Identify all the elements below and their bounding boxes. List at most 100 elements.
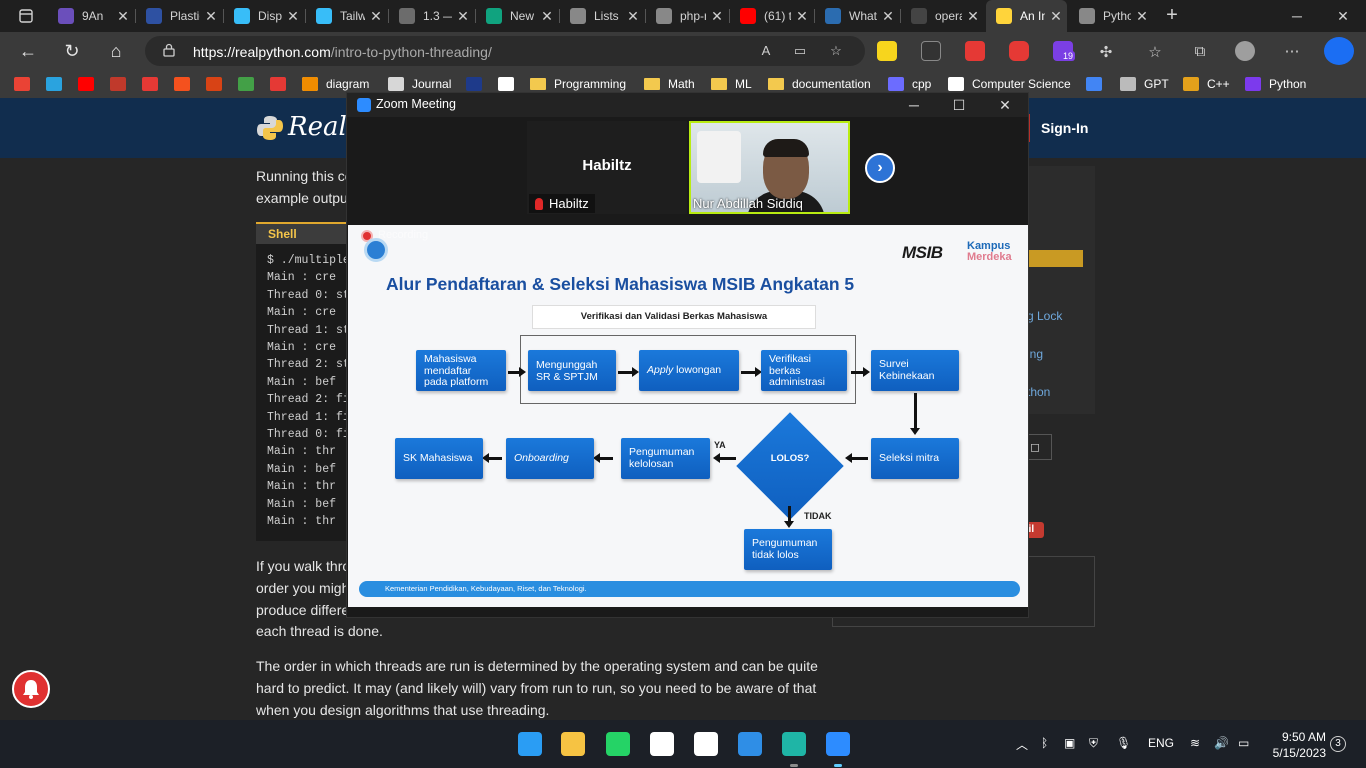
bluetooth-icon[interactable]: ᛒ bbox=[1041, 736, 1048, 750]
tab-close-icon[interactable]: ✕ bbox=[200, 8, 222, 25]
extension-t-icon[interactable] bbox=[965, 41, 985, 61]
tab-close-icon[interactable]: ✕ bbox=[1045, 8, 1067, 25]
participant-tile[interactable]: Habiltz Habiltz bbox=[527, 121, 687, 214]
extension-badge-icon[interactable]: 19 bbox=[1053, 41, 1076, 61]
tab-close-icon[interactable]: ✕ bbox=[365, 8, 387, 25]
favorite-star-icon[interactable]: ☆ bbox=[827, 43, 845, 59]
browser-tab[interactable]: 1.3 — Int✕ bbox=[389, 0, 474, 32]
file-explorer-icon[interactable] bbox=[561, 732, 585, 756]
vscode-icon[interactable] bbox=[738, 732, 762, 756]
bookmark-item[interactable] bbox=[142, 76, 166, 92]
shell-tab[interactable]: Shell bbox=[256, 222, 346, 244]
browser-tab[interactable]: Tailwind✕ bbox=[306, 0, 387, 32]
tab-close-icon[interactable]: ✕ bbox=[282, 8, 304, 25]
browser-tab[interactable]: Lists and✕ bbox=[560, 0, 644, 32]
defender-icon[interactable]: ⛨ bbox=[1089, 736, 1098, 751]
bookmark-item[interactable] bbox=[238, 76, 262, 92]
bookmark-item[interactable] bbox=[270, 76, 294, 92]
reader-view-icon[interactable]: ▭ bbox=[791, 43, 809, 59]
browser-tab[interactable]: New cha✕ bbox=[476, 0, 558, 32]
tab-close-icon[interactable]: ✕ bbox=[452, 8, 474, 25]
browser-tab[interactable]: php-rout✕ bbox=[646, 0, 728, 32]
wifi-icon[interactable]: ≋ bbox=[1190, 736, 1200, 750]
bookmark-item[interactable]: Programming bbox=[530, 76, 626, 92]
bookmark-item[interactable]: Python bbox=[1245, 76, 1306, 92]
home-button[interactable]: ⌂ bbox=[102, 38, 130, 64]
bookmark-item[interactable] bbox=[14, 76, 38, 92]
notepad-icon[interactable] bbox=[650, 732, 674, 756]
extension-camera-icon[interactable] bbox=[1009, 41, 1029, 61]
profile-avatar[interactable] bbox=[1235, 41, 1255, 61]
more-menu-icon[interactable]: ⋯ bbox=[1283, 42, 1301, 60]
bookmark-item[interactable] bbox=[174, 76, 198, 92]
toc-link[interactable]: ing bbox=[1027, 347, 1043, 361]
favorites-icon[interactable]: ☆ bbox=[1146, 43, 1164, 61]
bookmark-item[interactable]: GPT bbox=[1120, 76, 1169, 92]
bookmark-item[interactable]: documentation bbox=[768, 76, 871, 92]
microphone-icon[interactable]: 🎙 bbox=[1116, 736, 1131, 750]
whatsapp-icon[interactable] bbox=[606, 732, 630, 756]
tab-close-icon[interactable]: ✕ bbox=[962, 8, 984, 25]
browser-tab[interactable]: Python L✕ bbox=[1069, 0, 1153, 32]
tab-actions-button[interactable] bbox=[8, 0, 42, 32]
notion-icon[interactable] bbox=[694, 732, 718, 756]
browser-tab[interactable]: Plastic M✕ bbox=[136, 0, 222, 32]
volume-icon[interactable]: 🔊 bbox=[1214, 736, 1229, 750]
close-window-button[interactable]: ✕ bbox=[1320, 0, 1366, 32]
tab-close-icon[interactable]: ✕ bbox=[1131, 8, 1153, 25]
bookmark-item[interactable] bbox=[110, 76, 134, 92]
bookmark-item[interactable] bbox=[498, 76, 522, 92]
tab-close-icon[interactable]: ✕ bbox=[622, 8, 644, 25]
extension-glasses-icon[interactable] bbox=[921, 41, 941, 61]
browser-tab[interactable]: 9An ✕ bbox=[48, 0, 134, 32]
tray-app-icon[interactable]: ▣ bbox=[1064, 736, 1075, 750]
browser-tab[interactable]: An In ✕ bbox=[986, 0, 1067, 32]
toc-link[interactable]: thon bbox=[1027, 385, 1050, 399]
show-hidden-icons-button[interactable]: ︿ bbox=[1016, 736, 1028, 753]
address-bar[interactable]: https://realpython.com/intro-to-python-t… bbox=[145, 36, 865, 66]
language-indicator[interactable]: ENG bbox=[1148, 736, 1174, 750]
zoom-minimize-button[interactable]: ─ bbox=[894, 93, 934, 117]
new-tab-button[interactable]: + bbox=[1160, 4, 1184, 28]
python-logo-icon[interactable] bbox=[256, 114, 284, 142]
bookmark-item[interactable]: diagram bbox=[302, 76, 369, 92]
browser-tab[interactable]: What Is C✕ bbox=[815, 0, 899, 32]
tab-close-icon[interactable]: ✕ bbox=[112, 8, 134, 25]
bookmark-item[interactable]: ML bbox=[711, 76, 752, 92]
minimize-button[interactable]: ─ bbox=[1274, 0, 1320, 32]
windows-start-icon[interactable] bbox=[518, 732, 542, 756]
refresh-button[interactable]: ↻ bbox=[58, 38, 86, 64]
zoom-maximize-button[interactable]: ☐ bbox=[939, 93, 979, 117]
tab-close-icon[interactable]: ✕ bbox=[536, 8, 558, 25]
bookmark-item[interactable]: Computer Science bbox=[948, 76, 1071, 92]
extensions-puzzle-icon[interactable]: ✣ bbox=[1097, 43, 1115, 61]
read-aloud-icon[interactable]: A bbox=[757, 43, 775, 59]
edge-icon[interactable] bbox=[782, 732, 806, 756]
zoom-close-button[interactable]: ✕ bbox=[985, 93, 1025, 117]
bookmark-item[interactable] bbox=[46, 76, 70, 92]
bookmark-item[interactable]: Math bbox=[644, 76, 695, 92]
tab-close-icon[interactable]: ✕ bbox=[706, 8, 728, 25]
toc-link[interactable]: g Lock bbox=[1027, 309, 1062, 323]
bookmark-item[interactable] bbox=[466, 76, 490, 92]
bookmark-item[interactable]: C++ bbox=[1183, 76, 1230, 92]
zoom-icon[interactable] bbox=[826, 732, 850, 756]
bookmark-item[interactable] bbox=[78, 76, 102, 92]
browser-tab[interactable]: (61) thre✕ bbox=[730, 0, 813, 32]
extension-icon[interactable] bbox=[877, 41, 897, 61]
browser-tab[interactable]: operatin✕ bbox=[901, 0, 984, 32]
bookmark-item[interactable] bbox=[206, 76, 230, 92]
notification-center-badge[interactable]: 3 bbox=[1330, 736, 1346, 752]
bookmark-item[interactable] bbox=[1086, 76, 1110, 92]
browser-tab[interactable]: Display -✕ bbox=[224, 0, 304, 32]
bookmark-item[interactable]: Journal bbox=[388, 76, 451, 92]
battery-icon[interactable]: ▭ bbox=[1238, 736, 1249, 750]
notification-bell-button[interactable] bbox=[12, 670, 50, 708]
participant-video-tile[interactable]: Nur Abdillah Siddiq bbox=[689, 121, 850, 214]
clock[interactable]: 9:50 AM 5/15/2023 bbox=[1266, 729, 1326, 761]
collections-icon[interactable]: ⧉ bbox=[1191, 43, 1209, 60]
back-button[interactable]: ← bbox=[14, 38, 42, 64]
bookmark-item[interactable]: cpp bbox=[888, 76, 931, 92]
bing-chat-icon[interactable] bbox=[1324, 37, 1354, 65]
sign-in-link[interactable]: Sign-In bbox=[1041, 120, 1088, 136]
